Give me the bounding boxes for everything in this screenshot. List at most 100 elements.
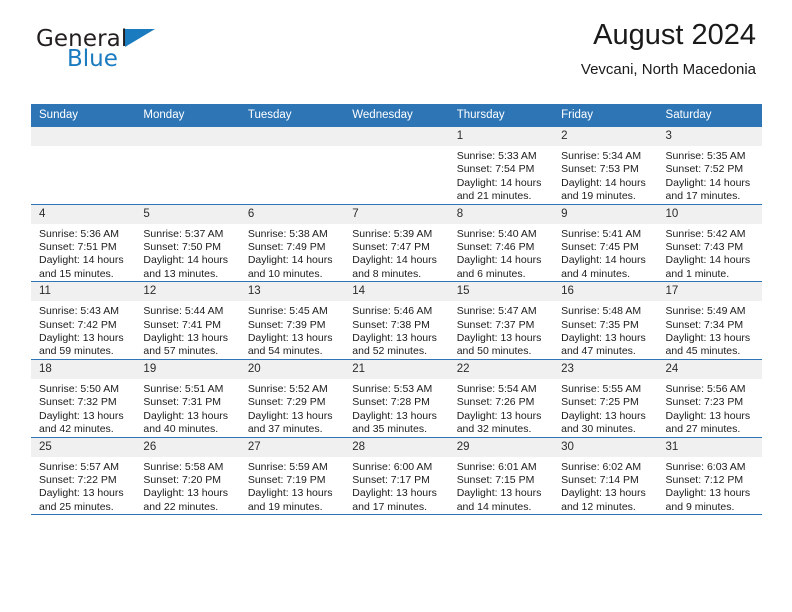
day-detail-line: Sunrise: 5:43 AM bbox=[39, 305, 119, 318]
day-detail-line: Sunset: 7:26 PM bbox=[456, 396, 535, 409]
day-detail-line: Sunrise: 5:39 AM bbox=[352, 227, 433, 240]
logo-triangle-icon bbox=[125, 29, 155, 47]
day-detail-line: and 32 minutes. bbox=[456, 423, 532, 436]
calendar-day-cell[interactable]: 11 Sunrise: 5:43 AM Sunset: 7:42 PM Dayligh… bbox=[31, 281, 136, 360]
calendar-day-cell[interactable]: 17 Sunrise: 5:49 AM Sunset: 7:34 PM Dayligh… bbox=[657, 281, 762, 360]
day-detail-line: Sunset: 7:32 PM bbox=[39, 396, 117, 409]
calendar-day-cell[interactable]: 20 Sunrise: 5:52 AM Sunset: 7:29 PM Dayligh… bbox=[239, 358, 345, 437]
day-detail-text bbox=[135, 146, 239, 150]
day-number: 13 bbox=[239, 282, 345, 302]
calendar-day-cell[interactable]: 1 Sunrise: 5:33 AM Sunset: 7:54 PM Daylight… bbox=[448, 126, 554, 205]
day-detail-line: Sunset: 7:37 PM bbox=[456, 318, 535, 331]
day-detail-line: Sunrise: 5:40 AM bbox=[456, 227, 537, 240]
day-detail-line: Sunset: 7:42 PM bbox=[39, 318, 117, 331]
day-detail-line: Daylight: 14 hours bbox=[456, 176, 542, 189]
page-subtitle: Vevcani, North Macedonia bbox=[580, 61, 756, 79]
calendar-day-cell[interactable]: 25 Sunrise: 5:57 AM Sunset: 7:22 PM Dayligh… bbox=[31, 436, 136, 516]
calendar-day-cell[interactable]: 6 Sunrise: 5:38 AM Sunset: 7:49 PM Daylight… bbox=[239, 203, 345, 282]
day-number: 4 bbox=[31, 204, 136, 224]
day-detail-line: Daylight: 13 hours bbox=[39, 409, 124, 422]
page-header: General Blue August 2024 Vevcani, North … bbox=[0, 0, 792, 100]
calendar-day-cell[interactable]: 15 Sunrise: 5:47 AM Sunset: 7:37 PM Dayligh… bbox=[448, 281, 554, 360]
calendar-day-cell[interactable]: 22 Sunrise: 5:54 AM Sunset: 7:26 PM Dayligh… bbox=[448, 358, 554, 437]
day-number: 12 bbox=[135, 282, 240, 302]
day-detail-text: Sunrise: 5:40 AM Sunset: 7:46 PM Daylight:… bbox=[449, 224, 553, 282]
calendar-day-cell[interactable]: 26 Sunrise: 5:58 AM Sunset: 7:20 PM Dayligh… bbox=[135, 436, 240, 516]
calendar-day-cell[interactable]: 21 Sunrise: 5:53 AM Sunset: 7:28 PM Dayligh… bbox=[344, 358, 449, 437]
calendar-day-cell[interactable]: 2 Sunrise: 5:34 AM Sunset: 7:53 PM Daylight… bbox=[553, 126, 658, 205]
calendar-day-cell[interactable]: 10 Sunrise: 5:42 AM Sunset: 7:43 PM Dayligh… bbox=[657, 203, 762, 282]
day-detail-line: Sunrise: 5:33 AM bbox=[456, 150, 537, 162]
day-detail-line: Sunrise: 5:34 AM bbox=[561, 150, 642, 162]
day-number: 9 bbox=[553, 204, 658, 224]
day-detail-line: Sunset: 7:50 PM bbox=[143, 241, 222, 254]
day-detail-text: Sunrise: 5:50 AM Sunset: 7:32 PM Daylight:… bbox=[31, 379, 135, 437]
calendar-day-cell[interactable]: 3 Sunrise: 5:35 AM Sunset: 7:52 PM Daylight… bbox=[657, 126, 762, 205]
day-detail-line: Daylight: 13 hours bbox=[247, 409, 333, 422]
calendar-table: Sunday Monday Tuesday Wednesday Thursday Frid… bbox=[31, 104, 762, 516]
calendar-day-cell[interactable]: 18 Sunrise: 5:50 AM Sunset: 7:32 PM Dayligh… bbox=[31, 358, 136, 437]
day-detail-line: Sunset: 7:34 PM bbox=[665, 318, 744, 331]
day-detail-line: Sunrise: 5:55 AM bbox=[561, 382, 642, 395]
day-number: 15 bbox=[448, 282, 554, 302]
calendar-week-row: 18 Sunrise: 5:50 AM Sunset: 7:32 PM Dayligh… bbox=[31, 358, 762, 437]
day-number bbox=[31, 127, 136, 146]
weekday-header-sunday: Sunday bbox=[31, 104, 136, 127]
calendar-day-cell[interactable]: 9 Sunrise: 5:41 AM Sunset: 7:45 PM Daylight… bbox=[553, 203, 658, 282]
calendar-day-cell[interactable]: 27 Sunrise: 5:59 AM Sunset: 7:19 PM Dayligh… bbox=[239, 436, 345, 516]
day-detail-line: and 17 minutes. bbox=[352, 500, 427, 513]
calendar-day-cell[interactable]: 13 Sunrise: 5:45 AM Sunset: 7:39 PM Dayligh… bbox=[239, 281, 345, 360]
day-detail-text: Sunrise: 6:03 AM Sunset: 7:12 PM Daylight:… bbox=[658, 457, 762, 515]
day-detail-line: Daylight: 13 hours bbox=[352, 332, 437, 345]
day-detail-line: Daylight: 13 hours bbox=[561, 409, 646, 422]
calendar-day-cell[interactable]: 23 Sunrise: 5:55 AM Sunset: 7:25 PM Dayligh… bbox=[553, 358, 658, 437]
day-detail-text: Sunrise: 5:54 AM Sunset: 7:26 PM Daylight:… bbox=[449, 379, 553, 437]
day-detail-line: and 9 minutes. bbox=[665, 500, 735, 513]
day-detail-line: and 17 minutes. bbox=[665, 190, 741, 203]
day-detail-line: and 59 minutes. bbox=[39, 345, 114, 358]
general-blue-logo[interactable]: General Blue bbox=[36, 26, 186, 74]
day-detail-line: Sunset: 7:46 PM bbox=[456, 241, 535, 254]
day-detail-line: and 47 minutes. bbox=[561, 345, 636, 358]
day-detail-line: and 57 minutes. bbox=[143, 345, 219, 358]
day-detail-line: and 27 minutes. bbox=[665, 423, 741, 436]
calendar-day-cell[interactable]: 5 Sunrise: 5:37 AM Sunset: 7:50 PM Daylight… bbox=[135, 203, 240, 282]
calendar-day-cell[interactable]: 31 Sunrise: 6:03 AM Sunset: 7:12 PM Dayligh… bbox=[657, 436, 762, 516]
day-detail-line: Sunrise: 5:53 AM bbox=[352, 382, 433, 395]
calendar-container: Sunday Monday Tuesday Wednesday Thursday Frid… bbox=[31, 104, 762, 516]
calendar-week-row: 1 Sunrise: 5:33 AM Sunset: 7:54 PM Daylight… bbox=[31, 126, 762, 205]
day-detail-text: Sunrise: 5:41 AM Sunset: 7:45 PM Daylight:… bbox=[553, 224, 657, 282]
day-detail-line: Sunset: 7:38 PM bbox=[352, 318, 430, 331]
day-detail-line: Daylight: 14 hours bbox=[456, 254, 542, 267]
calendar-day-cell[interactable]: 24 Sunrise: 5:56 AM Sunset: 7:23 PM Dayligh… bbox=[657, 358, 762, 437]
day-number: 24 bbox=[657, 359, 762, 379]
calendar-day-cell[interactable]: 7 Sunrise: 5:39 AM Sunset: 7:47 PM Daylight… bbox=[344, 203, 449, 282]
calendar-day-cell[interactable]: 28 Sunrise: 6:00 AM Sunset: 7:17 PM Dayligh… bbox=[344, 436, 449, 516]
day-detail-line: Daylight: 13 hours bbox=[561, 487, 646, 500]
day-detail-text: Sunrise: 5:48 AM Sunset: 7:35 PM Daylight:… bbox=[553, 301, 657, 359]
calendar-day-cell[interactable]: 30 Sunrise: 6:02 AM Sunset: 7:14 PM Dayligh… bbox=[553, 436, 658, 516]
day-detail-line: Sunrise: 5:58 AM bbox=[143, 460, 224, 473]
day-number: 11 bbox=[31, 282, 136, 302]
day-detail-line: Daylight: 14 hours bbox=[352, 254, 437, 267]
day-number: 14 bbox=[344, 282, 449, 302]
calendar-day-cell[interactable]: 19 Sunrise: 5:51 AM Sunset: 7:31 PM Dayligh… bbox=[135, 358, 240, 437]
day-detail-line: Sunset: 7:53 PM bbox=[561, 163, 639, 176]
day-detail-line: Daylight: 13 hours bbox=[665, 409, 751, 422]
calendar-day-cell[interactable]: 8 Sunrise: 5:40 AM Sunset: 7:46 PM Daylight… bbox=[448, 203, 554, 282]
day-number: 17 bbox=[657, 282, 762, 302]
calendar-day-cell[interactable]: 12 Sunrise: 5:44 AM Sunset: 7:41 PM Dayligh… bbox=[135, 281, 240, 360]
calendar-day-cell[interactable]: 4 Sunrise: 5:36 AM Sunset: 7:51 PM Daylight… bbox=[31, 203, 136, 282]
day-number: 27 bbox=[239, 437, 345, 457]
calendar-day-cell[interactable]: 16 Sunrise: 5:48 AM Sunset: 7:35 PM Dayligh… bbox=[553, 281, 658, 360]
day-detail-text: Sunrise: 5:56 AM Sunset: 7:23 PM Daylight:… bbox=[658, 379, 762, 437]
day-detail-text: Sunrise: 5:38 AM Sunset: 7:49 PM Daylight:… bbox=[240, 224, 344, 282]
day-detail-line: Sunset: 7:51 PM bbox=[39, 241, 117, 254]
day-detail-line: Sunset: 7:23 PM bbox=[665, 396, 744, 409]
day-detail-text: Sunrise: 5:51 AM Sunset: 7:31 PM Daylight:… bbox=[135, 379, 239, 437]
day-detail-line: and 19 minutes. bbox=[561, 190, 636, 203]
calendar-day-cell[interactable]: 29 Sunrise: 6:01 AM Sunset: 7:15 PM Dayligh… bbox=[448, 436, 554, 516]
calendar-day-cell[interactable]: 14 Sunrise: 5:46 AM Sunset: 7:38 PM Dayligh… bbox=[344, 281, 449, 360]
day-number: 2 bbox=[553, 127, 658, 146]
day-detail-text: Sunrise: 5:43 AM Sunset: 7:42 PM Daylight:… bbox=[31, 301, 135, 359]
